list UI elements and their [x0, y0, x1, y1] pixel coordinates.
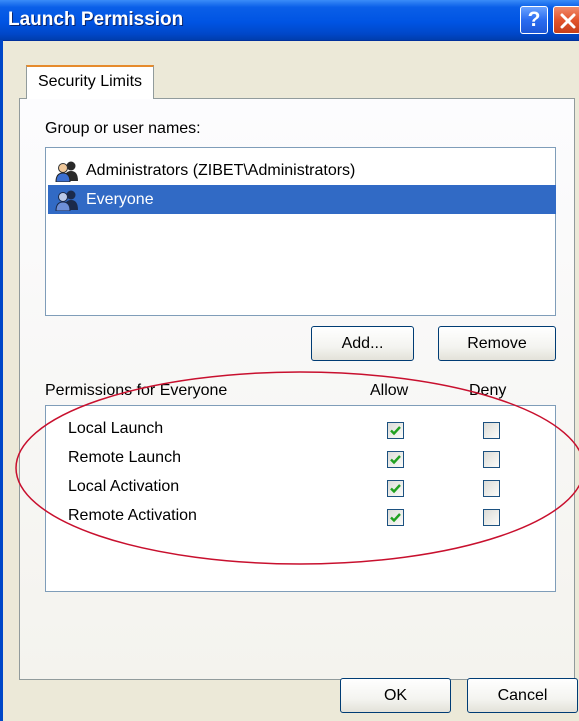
permission-row-remote-activation: Remote Activation	[46, 503, 555, 533]
list-item-administrators[interactable]: Administrators (ZIBET\Administrators)	[48, 156, 556, 185]
deny-checkbox[interactable]	[483, 509, 500, 526]
window-border	[0, 40, 3, 721]
permission-row-remote-launch: Remote Launch	[46, 445, 555, 475]
permission-name: Local Activation	[68, 478, 180, 495]
deny-checkbox[interactable]	[483, 451, 500, 468]
close-button[interactable]	[553, 6, 579, 34]
deny-column-label: Deny	[469, 382, 507, 399]
close-icon	[560, 13, 576, 29]
permission-name: Remote Activation	[68, 507, 197, 524]
user-list[interactable]: Administrators (ZIBET\Administrators) Ev…	[45, 147, 556, 316]
add-button[interactable]: Add...	[311, 326, 414, 361]
ok-button[interactable]: OK	[340, 678, 451, 713]
checkmark-icon	[390, 426, 401, 436]
permission-name: Remote Launch	[68, 449, 181, 466]
permission-row-local-launch: Local Launch	[46, 416, 555, 446]
permissions-header-label: Permissions for Everyone	[45, 382, 228, 399]
remove-button[interactable]: Remove	[438, 326, 556, 361]
permissions-list: Local Launch Remote Launch Local Activat…	[45, 405, 556, 592]
allow-checkbox[interactable]	[387, 422, 404, 439]
deny-checkbox[interactable]	[483, 480, 500, 497]
permission-name: Local Launch	[68, 420, 164, 437]
allow-checkbox[interactable]	[387, 480, 404, 497]
allow-checkbox[interactable]	[387, 451, 404, 468]
allow-checkbox[interactable]	[387, 509, 404, 526]
list-item-label: Administrators (ZIBET\Administrators)	[86, 162, 356, 179]
group-names-label: Group or user names:	[45, 120, 201, 137]
launch-permission-dialog: Launch Permission ? Security Limits Grou…	[0, 0, 579, 721]
window-title: Launch Permission	[8, 9, 184, 30]
user-group-icon	[55, 190, 78, 211]
checkmark-icon	[390, 484, 401, 494]
cancel-button[interactable]: Cancel	[467, 678, 578, 713]
tab-security-limits[interactable]: Security Limits	[26, 65, 154, 99]
checkmark-icon	[390, 455, 401, 465]
list-item-label: Everyone	[86, 191, 154, 208]
deny-checkbox[interactable]	[483, 422, 500, 439]
list-item-everyone[interactable]: Everyone	[48, 185, 556, 214]
allow-column-label: Allow	[370, 382, 409, 399]
checkmark-icon	[390, 513, 401, 523]
help-button[interactable]: ?	[520, 6, 548, 34]
title-bar[interactable]: Launch Permission ?	[0, 0, 579, 41]
user-group-icon	[55, 161, 78, 182]
permission-row-local-activation: Local Activation	[46, 474, 555, 504]
